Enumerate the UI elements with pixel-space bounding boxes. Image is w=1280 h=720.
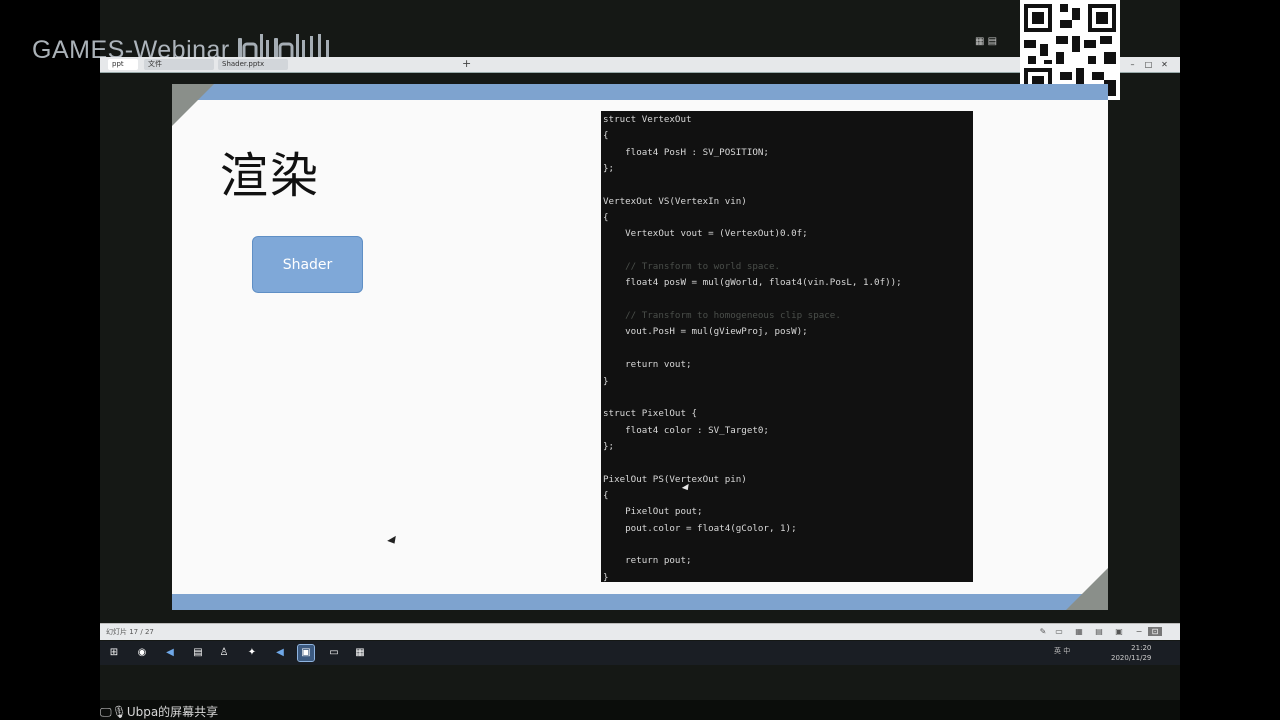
slideshow-icon[interactable]: ▣ <box>1114 627 1124 636</box>
code-line: { <box>603 489 609 501</box>
sorter-view-icon[interactable]: ▦ <box>1074 627 1084 636</box>
monitor-icon: 🖵 <box>100 705 112 719</box>
app-icon[interactable]: ▦ <box>352 645 368 661</box>
code-line: struct VertexOut <box>603 114 692 125</box>
status-bar: 幻灯片 17 / 27 ✎ ▭ ▦ ▤ ▣ − ⊡ <box>100 623 1180 640</box>
code-line: VertexOut vout = (VertexOut)0.0f; <box>603 228 808 240</box>
system-tray[interactable]: 英 中 <box>1054 646 1070 656</box>
mic-icon: 🎙 <box>111 705 127 719</box>
code-line: VertexOut VS(VertexIn vin) <box>603 195 747 207</box>
normal-view-icon[interactable]: ▭ <box>1054 627 1064 636</box>
code-line: { <box>603 212 609 224</box>
tab-shader-pptx[interactable]: Shader.pptx <box>218 59 288 70</box>
code-line: PixelOut pout; <box>603 506 703 518</box>
toolbar-icons: ▦ ▤ <box>975 36 998 47</box>
code-line: // Transform to world space. <box>603 261 781 273</box>
left-letterbox <box>0 0 100 720</box>
code-line: { <box>603 130 609 142</box>
mouse-cursor-icon <box>387 535 399 547</box>
slide-title: 渲染 <box>220 148 321 204</box>
code-line: } <box>603 375 609 387</box>
zoom-out-icon[interactable]: − <box>1134 627 1144 636</box>
taskbar: ⊞ ◉ ◀ ▤ ♙ ✦ ◀ ▣ ▭ ▦ 英 中 21:20 2020/11/29 <box>100 641 1180 665</box>
browser-tabbar: ppt 文件 Shader.pptx + – □ ✕ <box>100 57 1180 73</box>
code-line: }; <box>603 163 615 175</box>
code-line: } <box>603 571 609 582</box>
powerpoint-icon[interactable]: ▣ <box>297 644 315 662</box>
windows-start-icon[interactable]: ⊞ <box>106 645 122 661</box>
slide-top-band <box>172 84 1108 100</box>
minimize-icon[interactable]: – <box>1127 59 1138 70</box>
shader-button[interactable]: Shader <box>252 236 363 293</box>
screen-share-label: 🖵🎙Ubpa的屏幕共享 <box>100 705 219 719</box>
slide-bottom-band <box>172 594 1108 610</box>
slide-corner-decoration <box>1066 568 1108 610</box>
code-line: }; <box>603 440 615 452</box>
code-line: float4 color : SV_Target0; <box>603 424 769 436</box>
close-icon[interactable]: ✕ <box>1159 59 1170 70</box>
presentation-slide: 渲染 Shader struct VertexOut { float4 PosH… <box>172 84 1108 610</box>
code-line: vout.PosH = mul(gViewProj, posW); <box>603 326 808 338</box>
reading-view-icon[interactable]: ▤ <box>1094 627 1104 636</box>
fit-slide-icon[interactable]: ⊡ <box>1148 627 1162 636</box>
notes-icon[interactable]: ✎ <box>1038 627 1048 636</box>
code-line: pout.color = float4(gColor, 1); <box>603 522 797 534</box>
slide-corner-decoration <box>172 84 214 126</box>
new-tab-button[interactable]: + <box>462 57 471 71</box>
vscode-icon[interactable]: ◀ <box>272 645 288 661</box>
tab-files[interactable]: 文件 <box>144 59 214 70</box>
app-icon[interactable]: ▭ <box>326 645 342 661</box>
code-line: PixelOut PS(VertexOut pin) <box>603 473 747 485</box>
explorer-icon[interactable]: ▤ <box>190 645 206 661</box>
tab-ppt[interactable]: ppt <box>108 59 138 70</box>
code-snippet: struct VertexOut { float4 PosH : SV_POSI… <box>601 111 973 582</box>
browser-icon[interactable]: ◉ <box>134 645 150 661</box>
code-line: return vout; <box>603 359 692 371</box>
maximize-icon[interactable]: □ <box>1143 59 1154 70</box>
code-line: float4 PosH : SV_POSITION; <box>603 146 769 158</box>
right-letterbox <box>1180 0 1280 720</box>
code-text: struct VertexOut { float4 PosH : SV_POSI… <box>601 111 973 582</box>
code-line: return pout; <box>603 555 692 567</box>
app-icon[interactable]: ♙ <box>216 645 232 661</box>
app-icon[interactable]: ✦ <box>244 645 260 661</box>
code-line: float4 posW = mul(gWorld, float4(vin.Pos… <box>603 277 902 289</box>
vscode-icon[interactable]: ◀ <box>162 645 178 661</box>
slide-counter: 幻灯片 17 / 27 <box>106 628 154 636</box>
code-line: // Transform to homogeneous clip space. <box>603 310 841 322</box>
clock[interactable]: 21:20 2020/11/29 <box>1111 643 1151 663</box>
code-line: struct PixelOut { <box>603 408 698 420</box>
